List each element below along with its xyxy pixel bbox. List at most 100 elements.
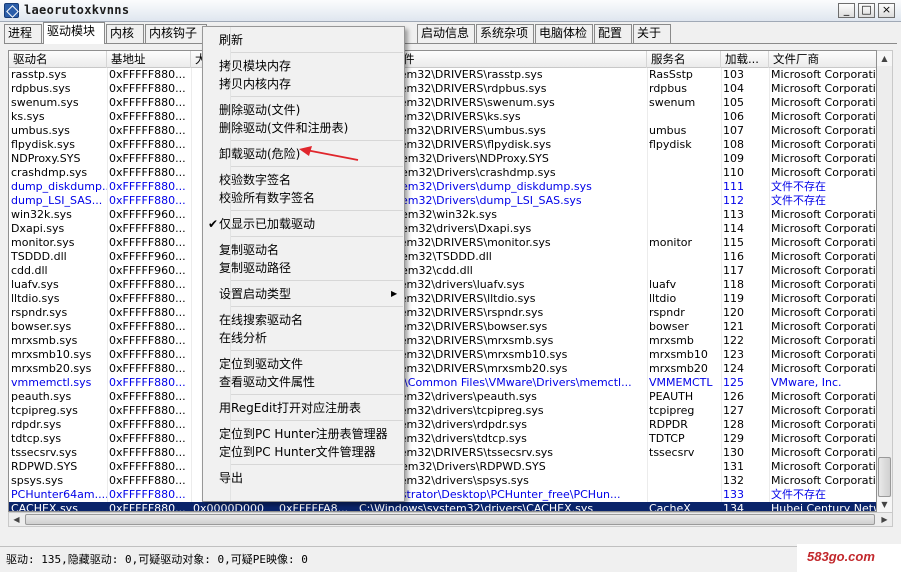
horizontal-scrollbar[interactable]: ◀ ▶	[8, 512, 893, 527]
menu-item[interactable]: 查看驱动文件属性	[219, 373, 315, 391]
cell-file-vendor: Microsoft Corporation	[771, 362, 876, 375]
table-row[interactable]: tssecsrv.sys 0xFFFFF880... ws\system32\DRI…	[9, 446, 876, 460]
menu-item[interactable]: 复制驱动名	[219, 241, 279, 259]
table-row[interactable]: crashdmp.sys 0xFFFFF880... ws\System32\Dri…	[9, 166, 876, 180]
table-row[interactable]: mrxsmb10.sys 0xFFFFF880... ws\system32\DRI…	[9, 348, 876, 362]
menu-item[interactable]: 拷贝模块内存	[219, 57, 291, 75]
table-row[interactable]: mrxsmb.sys 0xFFFFF880... ws\system32\DRIVE…	[9, 334, 876, 348]
table-row[interactable]: win32k.sys 0xFFFFF960... ws\System32\win32…	[9, 208, 876, 222]
column-header-vendor[interactable]: 文件厂商	[769, 51, 876, 68]
tab-driver-modules[interactable]: 驱动模块	[43, 22, 105, 44]
scroll-right-icon[interactable]: ▶	[877, 513, 892, 526]
table-row[interactable]: TSDDD.dll 0xFFFFF960... ws\System32\TSDDD.…	[9, 250, 876, 264]
column-header-service[interactable]: 服务名	[647, 51, 721, 68]
table-row[interactable]: dump_diskdump... 0xFFFFF880... ws\System32…	[9, 180, 876, 194]
table-row[interactable]: cdd.dll 0xFFFFF960... ws\System32\cdd.dll 1…	[9, 264, 876, 278]
menu-item[interactable]: 在线搜索驱动名	[219, 311, 303, 329]
driver-table[interactable]: 驱动名 基地址 大 件 服务名 加载... 文件厂商 rasstp.sys 0xF…	[8, 50, 877, 512]
cell-driver-name: rspndr.sys	[11, 306, 68, 319]
scroll-left-icon[interactable]: ◀	[9, 513, 24, 526]
menu-item[interactable]: 校验所有数字签名	[219, 189, 315, 207]
menu-item[interactable]: 用RegEdit打开对应注册表	[219, 399, 361, 417]
tab-kernel[interactable]: 内核	[106, 24, 144, 43]
cell-load-order: 112	[723, 194, 744, 207]
cell-service-name: CacheX	[649, 502, 691, 512]
minimize-button[interactable]: _	[838, 3, 855, 18]
tab-system-misc[interactable]: 系统杂项	[476, 24, 534, 43]
column-header-base[interactable]: 基地址	[107, 51, 191, 68]
cell-load-order: 107	[723, 124, 744, 137]
cell-file-vendor: Microsoft Corporation	[771, 138, 876, 151]
cell-load-order: 128	[723, 418, 744, 431]
menu-item[interactable]: 卸载驱动(危险)	[219, 145, 300, 163]
table-row[interactable]: ks.sys 0xFFFFF880... ws\system32\DRIVERS\k…	[9, 110, 876, 124]
menu-item[interactable]: 拷贝内核内存	[219, 75, 291, 93]
table-row[interactable]: rspndr.sys 0xFFFFF880... ws\system32\DRIVE…	[9, 306, 876, 320]
menu-item[interactable]: 校验数字签名	[219, 171, 291, 189]
menu-item[interactable]: 定位到PC Hunter文件管理器	[219, 443, 376, 461]
cell-file-vendor: Microsoft Corporation	[771, 320, 876, 333]
cell-base-address: 0xFFFFF880...	[109, 110, 186, 123]
cell-base-address: 0xFFFFF880...	[109, 222, 186, 235]
column-header-name[interactable]: 驱动名	[9, 51, 107, 68]
table-row[interactable]: rdpbus.sys 0xFFFFF880... ws\system32\DRIVE…	[9, 82, 876, 96]
table-row[interactable]: dump_LSI_SAS... 0xFFFFF880... ws\System32\…	[9, 194, 876, 208]
menu-item[interactable]: 删除驱动(文件)	[219, 101, 300, 119]
cell-load-order: 114	[723, 222, 744, 235]
table-row[interactable]: luafv.sys 0xFFFFF880... ws\system32\driver…	[9, 278, 876, 292]
table-row[interactable]: peauth.sys 0xFFFFF880... ws\system32\drive…	[9, 390, 876, 404]
column-header-load-order[interactable]: 加载...	[721, 51, 769, 68]
table-row[interactable]: spsys.sys 0xFFFFF880... ws\system32\driver…	[9, 474, 876, 488]
tab-config[interactable]: 配置	[594, 24, 632, 43]
table-row[interactable]: NDProxy.SYS 0xFFFFF880... ws\System32\Driv…	[9, 152, 876, 166]
scroll-thumb[interactable]	[878, 457, 891, 497]
menu-item[interactable]: 导出	[219, 469, 243, 487]
cell-base-address: 0xFFFFF880...	[109, 446, 186, 459]
cell-file-vendor: Microsoft Corporation	[771, 96, 876, 109]
tab-process[interactable]: 进程	[4, 24, 42, 43]
tab-pc-checkup[interactable]: 电脑体检	[535, 24, 593, 43]
tab-kernel-hooks[interactable]: 内核钩子	[145, 24, 207, 43]
menu-item[interactable]: 定位到驱动文件	[219, 355, 303, 373]
close-button[interactable]: ×	[878, 3, 895, 18]
window-title: laeorutoxkvnns	[24, 3, 130, 17]
table-row[interactable]: PCHunter64am.... 0xFFFFF880... \Administra…	[9, 488, 876, 502]
table-row[interactable]: rasstp.sys 0xFFFFF880... ws\system32\DRIVE…	[9, 68, 876, 82]
table-row[interactable]: swenum.sys 0xFFFFF880... ws\system32\DRIVE…	[9, 96, 876, 110]
scroll-down-icon[interactable]: ▼	[877, 497, 892, 512]
menu-item[interactable]: 定位到PC Hunter注册表管理器	[219, 425, 388, 443]
table-row[interactable]: flpydisk.sys 0xFFFFF880... ws\system32\DRI…	[9, 138, 876, 152]
tab-startup-info[interactable]: 启动信息	[417, 24, 475, 43]
table-row[interactable]: tcpipreg.sys 0xFFFFF880... ws\system32\dri…	[9, 404, 876, 418]
menu-item[interactable]: 删除驱动(文件和注册表)	[219, 119, 348, 137]
table-row[interactable]: umbus.sys 0xFFFFF880... ws\system32\DRIVER…	[9, 124, 876, 138]
menu-separator	[231, 210, 403, 211]
menu-item[interactable]: 刷新	[219, 31, 243, 49]
cell-driver-name: mrxsmb10.sys	[11, 348, 92, 361]
table-row[interactable]: tdtcp.sys 0xFFFFF880... ws\system32\driver…	[9, 432, 876, 446]
table-row[interactable]: RDPWD.SYS 0xFFFFF880... ws\System32\Driver…	[9, 460, 876, 474]
cell-file-vendor: Microsoft Corporation	[771, 432, 876, 445]
table-row[interactable]: mrxsmb20.sys 0xFFFFF880... ws\system32\DRI…	[9, 362, 876, 376]
table-row[interactable]: lltdio.sys 0xFFFFF880... ws\system32\DRIVE…	[9, 292, 876, 306]
menu-item[interactable]: 复制驱动路径	[219, 259, 291, 277]
table-row[interactable]: vmmemctl.sys 0xFFFFF880... am Files\Common…	[9, 376, 876, 390]
tab-about[interactable]: 关于	[633, 24, 671, 43]
hscroll-thumb[interactable]	[25, 514, 875, 525]
scroll-up-icon[interactable]: ▲	[877, 51, 892, 66]
cell-service-name: tcpipreg	[649, 404, 695, 417]
table-row[interactable]: monitor.sys 0xFFFFF880... ws\system32\DRIV…	[9, 236, 876, 250]
menu-item[interactable]: 在线分析	[219, 329, 267, 347]
maximize-button[interactable]: □	[858, 3, 875, 18]
cell-driver-name: TSDDD.dll	[11, 250, 67, 263]
cell-service-name: mrxsmb20	[649, 362, 708, 375]
table-row[interactable]: Dxapi.sys 0xFFFFF880... ws\System32\driver…	[9, 222, 876, 236]
vertical-scrollbar[interactable]: ▲ ▼	[877, 50, 893, 512]
table-row[interactable]: rdpdr.sys 0xFFFFF880... ws\system32\driver…	[9, 418, 876, 432]
table-row[interactable]: CACHEX.sys 0xFFFFF880... 0x0000D000 0xFFFFF…	[9, 502, 876, 512]
menu-item[interactable]: 设置启动类型	[219, 285, 291, 303]
menu-item[interactable]: 仅显示已加载驱动	[219, 215, 315, 233]
cell-driver-name: swenum.sys	[11, 96, 79, 109]
cell-load-order: 129	[723, 432, 744, 445]
table-row[interactable]: bowser.sys 0xFFFFF880... ws\system32\DRIVE…	[9, 320, 876, 334]
